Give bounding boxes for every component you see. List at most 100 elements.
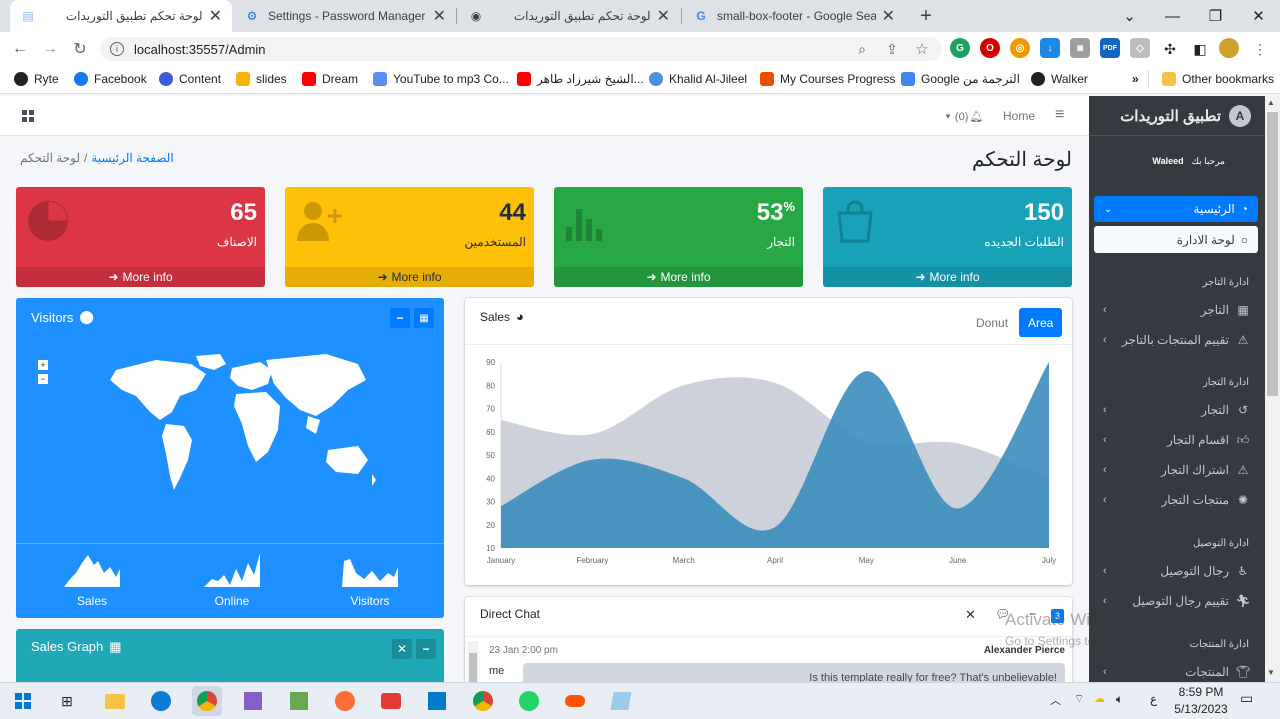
chrome-profile-icon[interactable]	[468, 686, 498, 716]
address-bar[interactable]: i localhost:35557/Admin	[100, 37, 942, 61]
browser-tab[interactable]: G small-box-footer - Google Search ✕	[683, 0, 905, 32]
shield-extension-icon[interactable]: ◇	[1130, 38, 1150, 58]
map-zoom-out-button[interactable]: −	[38, 374, 48, 384]
sidebar-item[interactable]: ‹ اشتراك التجار ⚠	[1089, 456, 1265, 484]
bookmark-item[interactable]: Walker	[1031, 70, 1088, 88]
bookmark-item[interactable]: My Courses Progress	[760, 70, 895, 88]
sidebar-item[interactable]: ‹ تقييم رجال التوصيل 🏃︎	[1089, 587, 1265, 615]
close-window-icon[interactable]: ✕	[1236, 0, 1280, 32]
bookmark-item[interactable]: Dream	[302, 70, 358, 88]
tab-area[interactable]: Area	[1019, 308, 1063, 337]
map-zoom-in-button[interactable]: +	[38, 360, 48, 370]
edge-browser-icon[interactable]	[146, 686, 176, 716]
opera-extension-icon[interactable]: O	[980, 38, 1000, 58]
world-map[interactable]	[96, 350, 376, 530]
chrome-browser-icon[interactable]	[192, 686, 222, 716]
bookmark-item[interactable]: Content	[159, 70, 221, 88]
clock-time[interactable]: 8:59 PM	[1170, 685, 1232, 699]
share-icon[interactable]: ⇪	[880, 37, 904, 61]
task-view-icon[interactable]: ⊞	[52, 686, 82, 716]
postman-icon[interactable]	[330, 686, 360, 716]
system-tray-chevron-icon[interactable]: ︿	[1050, 692, 1061, 708]
tab-search-chevron-icon[interactable]: ⌄	[1107, 0, 1152, 32]
weather-icon[interactable]: ☁	[1094, 692, 1105, 705]
user-panel[interactable]: Waleed مرحبا بك	[1152, 156, 1225, 167]
forward-arrow-icon[interactable]: →	[38, 37, 62, 61]
more-info-link[interactable]: ➜ More info	[16, 267, 265, 287]
bookmark-star-icon[interactable]: ☆	[910, 37, 934, 61]
more-menu-icon[interactable]: ⋮	[1248, 37, 1272, 61]
sidebar-item[interactable]: ‹ منتجات التجار ✺	[1089, 486, 1265, 514]
close-tab-icon[interactable]: ✕	[433, 6, 446, 26]
close-tab-icon[interactable]: ✕	[657, 6, 670, 26]
sidebar-brand[interactable]: A تطبيق التوريدات	[1089, 96, 1265, 136]
browser-tab[interactable]: ◉ لوحة تحكم تطبيق التوريدات ✕	[458, 0, 680, 32]
close-icon[interactable]: ✕	[965, 607, 976, 623]
sidebar-item-admin-panel[interactable]: لوحة الادارة ○	[1094, 226, 1258, 253]
sidebar-item[interactable]: ‹ اقسام التجار 👍︎	[1089, 426, 1265, 454]
sidebar-item[interactable]: ‹ التاجر ▦	[1089, 296, 1265, 324]
volume-icon[interactable]: 🔈︎	[1116, 692, 1123, 707]
page-scrollbar-thumb[interactable]	[1267, 112, 1278, 396]
clock-date[interactable]: 5/13/2023	[1170, 702, 1232, 716]
chat-scrollbar-thumb[interactable]	[469, 653, 477, 683]
photo-app-icon[interactable]	[284, 686, 314, 716]
bookmark-item[interactable]: Khalid Al-Jileel	[649, 70, 747, 88]
collapse-button[interactable]: −	[416, 639, 436, 659]
grammarly-extension-icon[interactable]: G	[950, 38, 970, 58]
grid-apps-icon[interactable]	[22, 110, 34, 122]
video-app-icon[interactable]	[376, 686, 406, 716]
sidebar-item[interactable]: ‹ تقييم المنتجات بالتاجر ⚠	[1089, 326, 1265, 354]
puzzle-icon[interactable]: ✣	[1158, 37, 1182, 61]
visual-studio-icon[interactable]	[238, 686, 268, 716]
maximize-icon[interactable]: ❐	[1193, 0, 1238, 32]
vscode-icon[interactable]	[422, 686, 452, 716]
more-info-link[interactable]: ➜ More info	[823, 267, 1072, 287]
collapse-button[interactable]: −	[390, 308, 410, 328]
network-icon[interactable]: ⌔	[1074, 692, 1084, 706]
notifications-dropdown[interactable]: ▼ (0) 🔔︎	[944, 110, 983, 124]
scroll-down-arrow-icon[interactable]: ▼	[1267, 668, 1275, 677]
notification-center-icon[interactable]: ▭	[1240, 690, 1253, 707]
bookmarks-overflow-chevron[interactable]: »	[1132, 70, 1139, 88]
whatsapp-icon[interactable]	[514, 686, 544, 716]
side-panel-icon[interactable]: ◧	[1188, 37, 1212, 61]
new-tab-plus-icon[interactable]: +	[914, 4, 938, 28]
breadcrumb-home-link[interactable]: الصفحة الرئيسية	[91, 151, 173, 165]
soundcloud-icon[interactable]	[560, 686, 590, 716]
sidebar-item[interactable]: ‹ رجال التوصيل ♿︎	[1089, 557, 1265, 585]
input-language[interactable]: ع	[1150, 692, 1157, 706]
browser-tab-active[interactable]: ▤ لوحة تحكم تطبيق التوريدات ✕	[10, 0, 232, 32]
more-info-link[interactable]: ➜ More info	[554, 267, 803, 287]
close-tab-icon[interactable]: ✕	[882, 6, 895, 26]
browser-tab[interactable]: ⚙ Settings - Password Manager ✕	[234, 0, 456, 32]
notes-app-icon[interactable]	[606, 686, 636, 716]
more-info-link[interactable]: ➜ More info	[285, 267, 534, 287]
profile-avatar[interactable]	[1219, 38, 1239, 58]
zoom-icon[interactable]: ⌕	[850, 37, 874, 61]
sidebar-item[interactable]: ‹ المنتجات 👕︎	[1089, 658, 1265, 682]
extension-icon[interactable]: ◎	[1010, 38, 1030, 58]
scroll-up-arrow-icon[interactable]: ▲	[1267, 98, 1275, 107]
bookmark-item[interactable]: Ryte	[14, 70, 59, 88]
remove-button[interactable]: ✕	[392, 639, 412, 659]
camera-extension-icon[interactable]: ◙	[1070, 38, 1090, 58]
sidebar-item-home[interactable]: ⌄ الرئيسية ◔	[1094, 196, 1258, 222]
calendar-button[interactable]: ▦	[414, 308, 434, 328]
pdf-extension-icon[interactable]: PDF	[1100, 38, 1120, 58]
home-link[interactable]: Home	[1003, 109, 1035, 123]
file-explorer-icon[interactable]	[100, 686, 130, 716]
hamburger-menu-icon[interactable]: ≡	[1055, 106, 1064, 124]
sidebar-item[interactable]: ‹ التجار ↺	[1089, 396, 1265, 424]
bookmark-item[interactable]: Google الترجمة من	[901, 70, 1020, 88]
bookmark-item[interactable]: Facebook	[74, 70, 147, 88]
reload-icon[interactable]: ↻	[68, 37, 92, 61]
minimize-icon[interactable]: —	[1150, 0, 1195, 32]
download-extension-icon[interactable]: ↓	[1040, 38, 1060, 58]
tab-donut[interactable]: Donut	[968, 309, 1016, 337]
windows-start-icon[interactable]	[8, 686, 38, 716]
bookmark-item[interactable]: الشيخ شيرزاد طاهر...	[517, 70, 644, 88]
back-arrow-icon[interactable]: ←	[8, 37, 32, 61]
close-tab-icon[interactable]: ✕	[209, 6, 222, 26]
other-bookmarks[interactable]: Other bookmarks	[1162, 70, 1274, 88]
